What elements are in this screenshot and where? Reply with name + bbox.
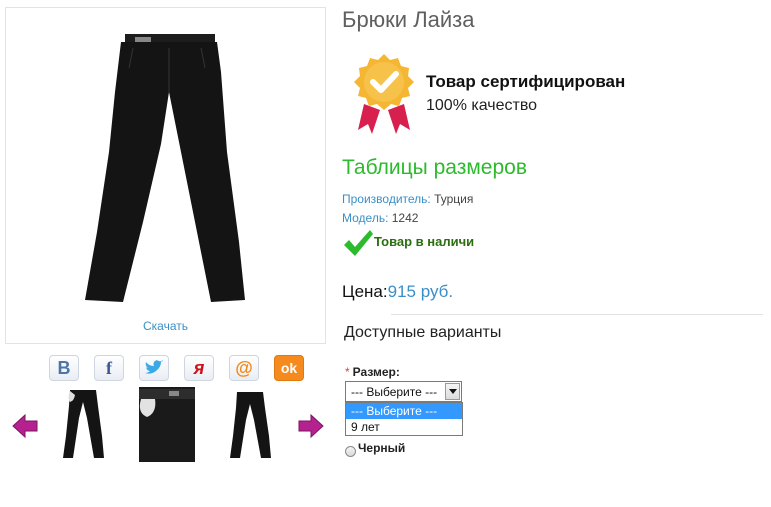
- thumbnail-2[interactable]: [139, 387, 195, 462]
- size-field-label: * Размер:: [345, 365, 400, 379]
- stock-status: Товар в наличи: [374, 234, 475, 249]
- certificate-title: Товар сертифицирован: [426, 72, 626, 91]
- yaru-icon: я: [193, 357, 205, 378]
- certificate-badge-icon: [354, 54, 414, 134]
- odnoklassniki-share-button[interactable]: ok: [274, 355, 304, 381]
- size-dropdown-list: --- Выберите --- 9 лет: [345, 402, 463, 436]
- variants-heading: Доступные варианты: [344, 324, 502, 341]
- vk-share-button[interactable]: B: [49, 355, 79, 381]
- thumbnail-pants-closeup-image: [139, 387, 195, 462]
- manufacturer-row: Производитель: Турция: [342, 192, 473, 206]
- required-mark: *: [345, 365, 350, 379]
- certificate-subtitle: 100% качество: [426, 97, 538, 114]
- color-label: Черный: [358, 441, 406, 455]
- price-row: Цена:915 руб.: [342, 282, 453, 302]
- model-value: 1242: [391, 211, 419, 225]
- size-table-link[interactable]: Таблицы размеров: [342, 156, 527, 180]
- twitter-bird-icon: [145, 360, 163, 374]
- model-row: Модель: 1242: [342, 211, 418, 225]
- download-link[interactable]: Скачать: [6, 319, 325, 333]
- odnoklassniki-icon: ok: [280, 360, 298, 376]
- size-select-value: --- Выберите ---: [351, 385, 438, 399]
- divider: [391, 314, 763, 315]
- share-bar: B f я @ ok: [49, 355, 304, 381]
- in-stock-checkmark-icon: [344, 230, 373, 256]
- yaru-share-button[interactable]: я: [184, 355, 214, 381]
- price-label: Цена:: [342, 282, 388, 301]
- price-value: 915 руб.: [387, 282, 454, 301]
- size-label-text: Размер:: [352, 365, 400, 379]
- size-select[interactable]: --- Выберите ---: [345, 381, 462, 402]
- thumbnail-pants-image: [63, 390, 104, 458]
- model-label: Модель:: [342, 211, 389, 225]
- thumbs-next-arrow-icon[interactable]: [298, 413, 324, 439]
- facebook-icon: f: [106, 357, 112, 378]
- pants-image: [85, 34, 245, 302]
- mailru-share-button[interactable]: @: [229, 355, 259, 381]
- chevron-down-icon[interactable]: [445, 383, 460, 400]
- thumbs-prev-arrow-icon[interactable]: [12, 413, 38, 439]
- product-title: Брюки Лайза: [342, 7, 475, 32]
- mailru-icon: @: [235, 357, 253, 378]
- manufacturer-label[interactable]: Производитель:: [342, 192, 431, 206]
- twitter-share-button[interactable]: [139, 355, 169, 381]
- size-option-placeholder[interactable]: --- Выберите ---: [346, 403, 462, 419]
- size-option-9-years[interactable]: 9 лет: [346, 419, 462, 435]
- color-radio-black[interactable]: [345, 446, 356, 457]
- thumbnail-3[interactable]: [223, 386, 278, 462]
- manufacturer-value: Турция: [434, 192, 474, 206]
- vk-icon: B: [57, 357, 71, 378]
- thumbnail-pants-back-image: [230, 392, 271, 458]
- thumbnail-1[interactable]: [56, 386, 111, 462]
- facebook-share-button[interactable]: f: [94, 355, 124, 381]
- product-main-image[interactable]: Скачать: [5, 7, 326, 344]
